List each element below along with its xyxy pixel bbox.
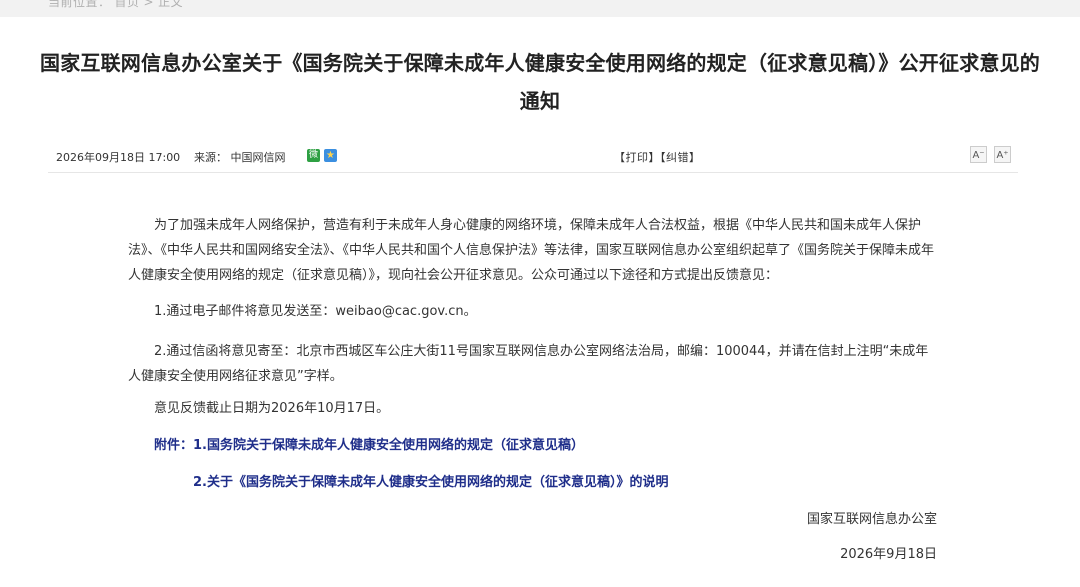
body-paragraph-mail: 2.通过信函将意见寄至：北京市西城区车公庄大街11号国家互联网信息办公室网络法治…: [128, 344, 929, 384]
body-paragraph-deadline: 意见反馈截止日期为2026年10月17日。: [154, 401, 390, 416]
print-correct-links[interactable]: 【打印】【纠错】: [614, 149, 701, 165]
signature-date: 2026年9月18日: [840, 547, 937, 562]
breadcrumb: 当前位置： 首页 > 正文: [48, 0, 187, 10]
breadcrumb-current: 正文: [158, 0, 184, 9]
breadcrumb-separator: >: [143, 0, 155, 9]
page-title: 国家互联网信息办公室关于《国务院关于保障未成年人健康安全使用网络的规定（征求意见…: [40, 51, 1040, 113]
top-bar: 当前位置： 首页 > 正文: [0, 0, 1080, 17]
body-paragraph-email: 1.通过电子邮件将意见发送至：weibao@cac.gov.cn。: [154, 304, 477, 319]
breadcrumb-home-link[interactable]: 首页: [115, 0, 140, 9]
font-decrease-button[interactable]: A⁻: [970, 146, 987, 163]
attachment-link-1[interactable]: 附件：1.国务院关于保障未成年人健康安全使用网络的规定（征求意见稿）: [154, 434, 584, 453]
wechat-share-icon[interactable]: 微: [307, 149, 320, 162]
article-meta-bar: 2026年09月18日 17:00 来源： 中国网信网 微 ★ 【打印】【纠错】…: [48, 141, 1018, 173]
qzone-share-icon[interactable]: ★: [324, 149, 337, 162]
signature-org: 国家互联网信息办公室: [806, 512, 937, 527]
source-label: 来源： 中国网信网: [194, 151, 286, 164]
body-paragraph-intro: 为了加强未成年人网络保护，营造有利于未成年人身心健康的网络环境，保障未成年人合法…: [128, 218, 935, 283]
attachment-link-2[interactable]: 2.关于《国务院关于保障未成年人健康安全使用网络的规定（征求意见稿）》的说明: [193, 471, 669, 490]
font-increase-button[interactable]: A⁺: [994, 146, 1011, 163]
breadcrumb-prefix: 当前位置：: [48, 0, 111, 9]
publish-date: 2026年09月18日 17:00: [56, 151, 181, 164]
